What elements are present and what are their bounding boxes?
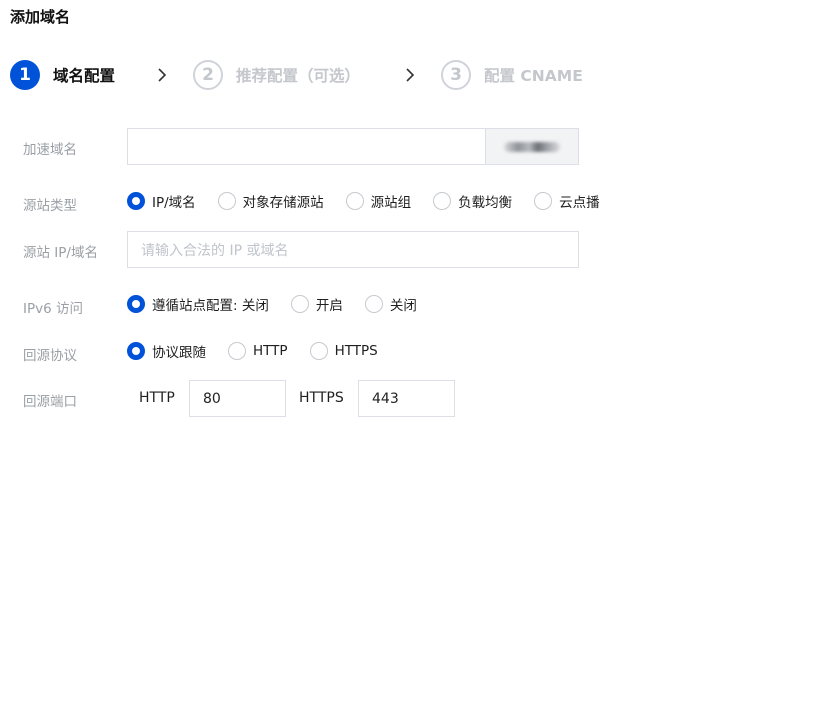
radio-label: 负载均衡	[458, 195, 513, 211]
origin-type-radio-group: IP/域名 对象存储源站 源站组 负载均衡 云点播	[127, 191, 622, 211]
ipv6-radio-group: 遵循站点配置: 关闭 开启 关闭	[127, 294, 439, 314]
origin-protocol-radio-group: 协议跟随 HTTP HTTPS	[127, 341, 400, 361]
radio-label: 遵循站点配置: 关闭	[152, 298, 269, 314]
radio-ipv6-off[interactable]: 关闭	[364, 294, 417, 314]
domain-input[interactable]	[127, 128, 486, 165]
step-domain-config[interactable]: 1 域名配置	[10, 60, 115, 90]
chevron-right-icon	[395, 60, 425, 90]
radio-indicator	[127, 342, 145, 360]
radio-label: 对象存储源站	[242, 195, 324, 211]
radio-ipv6-on[interactable]: 开启	[290, 294, 343, 314]
domain-label: 加速域名	[23, 142, 77, 158]
radio-indicator	[433, 192, 452, 210]
radio-load-balancer[interactable]: 负载均衡	[433, 191, 512, 211]
radio-protocol-http[interactable]: HTTP	[228, 342, 288, 360]
radio-label: 云点播	[559, 195, 600, 211]
step-label: 域名配置	[53, 67, 116, 85]
page-title: 添加域名	[10, 8, 71, 26]
origin-address-label: 源站 IP/域名	[23, 245, 98, 261]
step-recommended-config[interactable]: 2 推荐配置（可选）	[193, 60, 360, 90]
radio-vod[interactable]: 云点播	[534, 191, 600, 211]
radio-ip-domain[interactable]: IP/域名	[127, 191, 196, 211]
radio-label: 开启	[315, 298, 343, 314]
radio-label: HTTPS	[334, 343, 378, 359]
radio-label: 源站组	[370, 195, 412, 211]
radio-indicator	[127, 295, 145, 313]
step-number: 3	[441, 60, 472, 90]
step-label: 配置 CNAME	[484, 67, 583, 85]
radio-indicator	[127, 192, 145, 210]
radio-indicator	[534, 192, 553, 210]
step-label: 推荐配置（可选）	[236, 67, 361, 85]
https-port-label: HTTPS	[299, 390, 344, 406]
http-port-input[interactable]: 80	[189, 380, 286, 417]
ipv6-label: IPv6 访问	[23, 301, 83, 317]
domain-suffix-select[interactable]	[485, 128, 579, 165]
radio-indicator	[364, 295, 383, 313]
radio-protocol-https[interactable]: HTTPS	[309, 342, 378, 360]
radio-indicator	[228, 342, 246, 360]
radio-label: IP/域名	[152, 195, 196, 211]
radio-label: 关闭	[389, 298, 417, 314]
radio-indicator	[290, 295, 309, 313]
http-port-label: HTTP	[139, 390, 175, 406]
chevron-right-icon	[147, 60, 177, 90]
radio-protocol-follow[interactable]: 协议跟随	[127, 341, 206, 361]
radio-object-storage[interactable]: 对象存储源站	[217, 191, 324, 211]
origin-type-label: 源站类型	[23, 198, 77, 214]
radio-indicator	[345, 192, 364, 210]
https-port-input[interactable]: 443	[358, 380, 455, 417]
radio-indicator	[217, 192, 236, 210]
step-number: 1	[10, 60, 40, 90]
blurred-text	[504, 141, 560, 152]
origin-address-input[interactable]: 请输入合法的 IP 或域名	[127, 231, 579, 268]
origin-port-label: 回源端口	[23, 394, 77, 410]
step-cname-config[interactable]: 3 配置 CNAME	[441, 60, 583, 90]
steps-bar: 1 域名配置 2 推荐配置（可选） 3 配置 CNAME	[10, 59, 583, 91]
radio-origin-group[interactable]: 源站组	[345, 191, 412, 211]
origin-protocol-label: 回源协议	[23, 348, 77, 364]
radio-indicator	[309, 342, 328, 360]
step-number: 2	[193, 60, 224, 90]
radio-label: HTTP	[253, 343, 288, 359]
radio-follow-site[interactable]: 遵循站点配置: 关闭	[127, 294, 269, 314]
radio-label: 协议跟随	[152, 345, 206, 361]
